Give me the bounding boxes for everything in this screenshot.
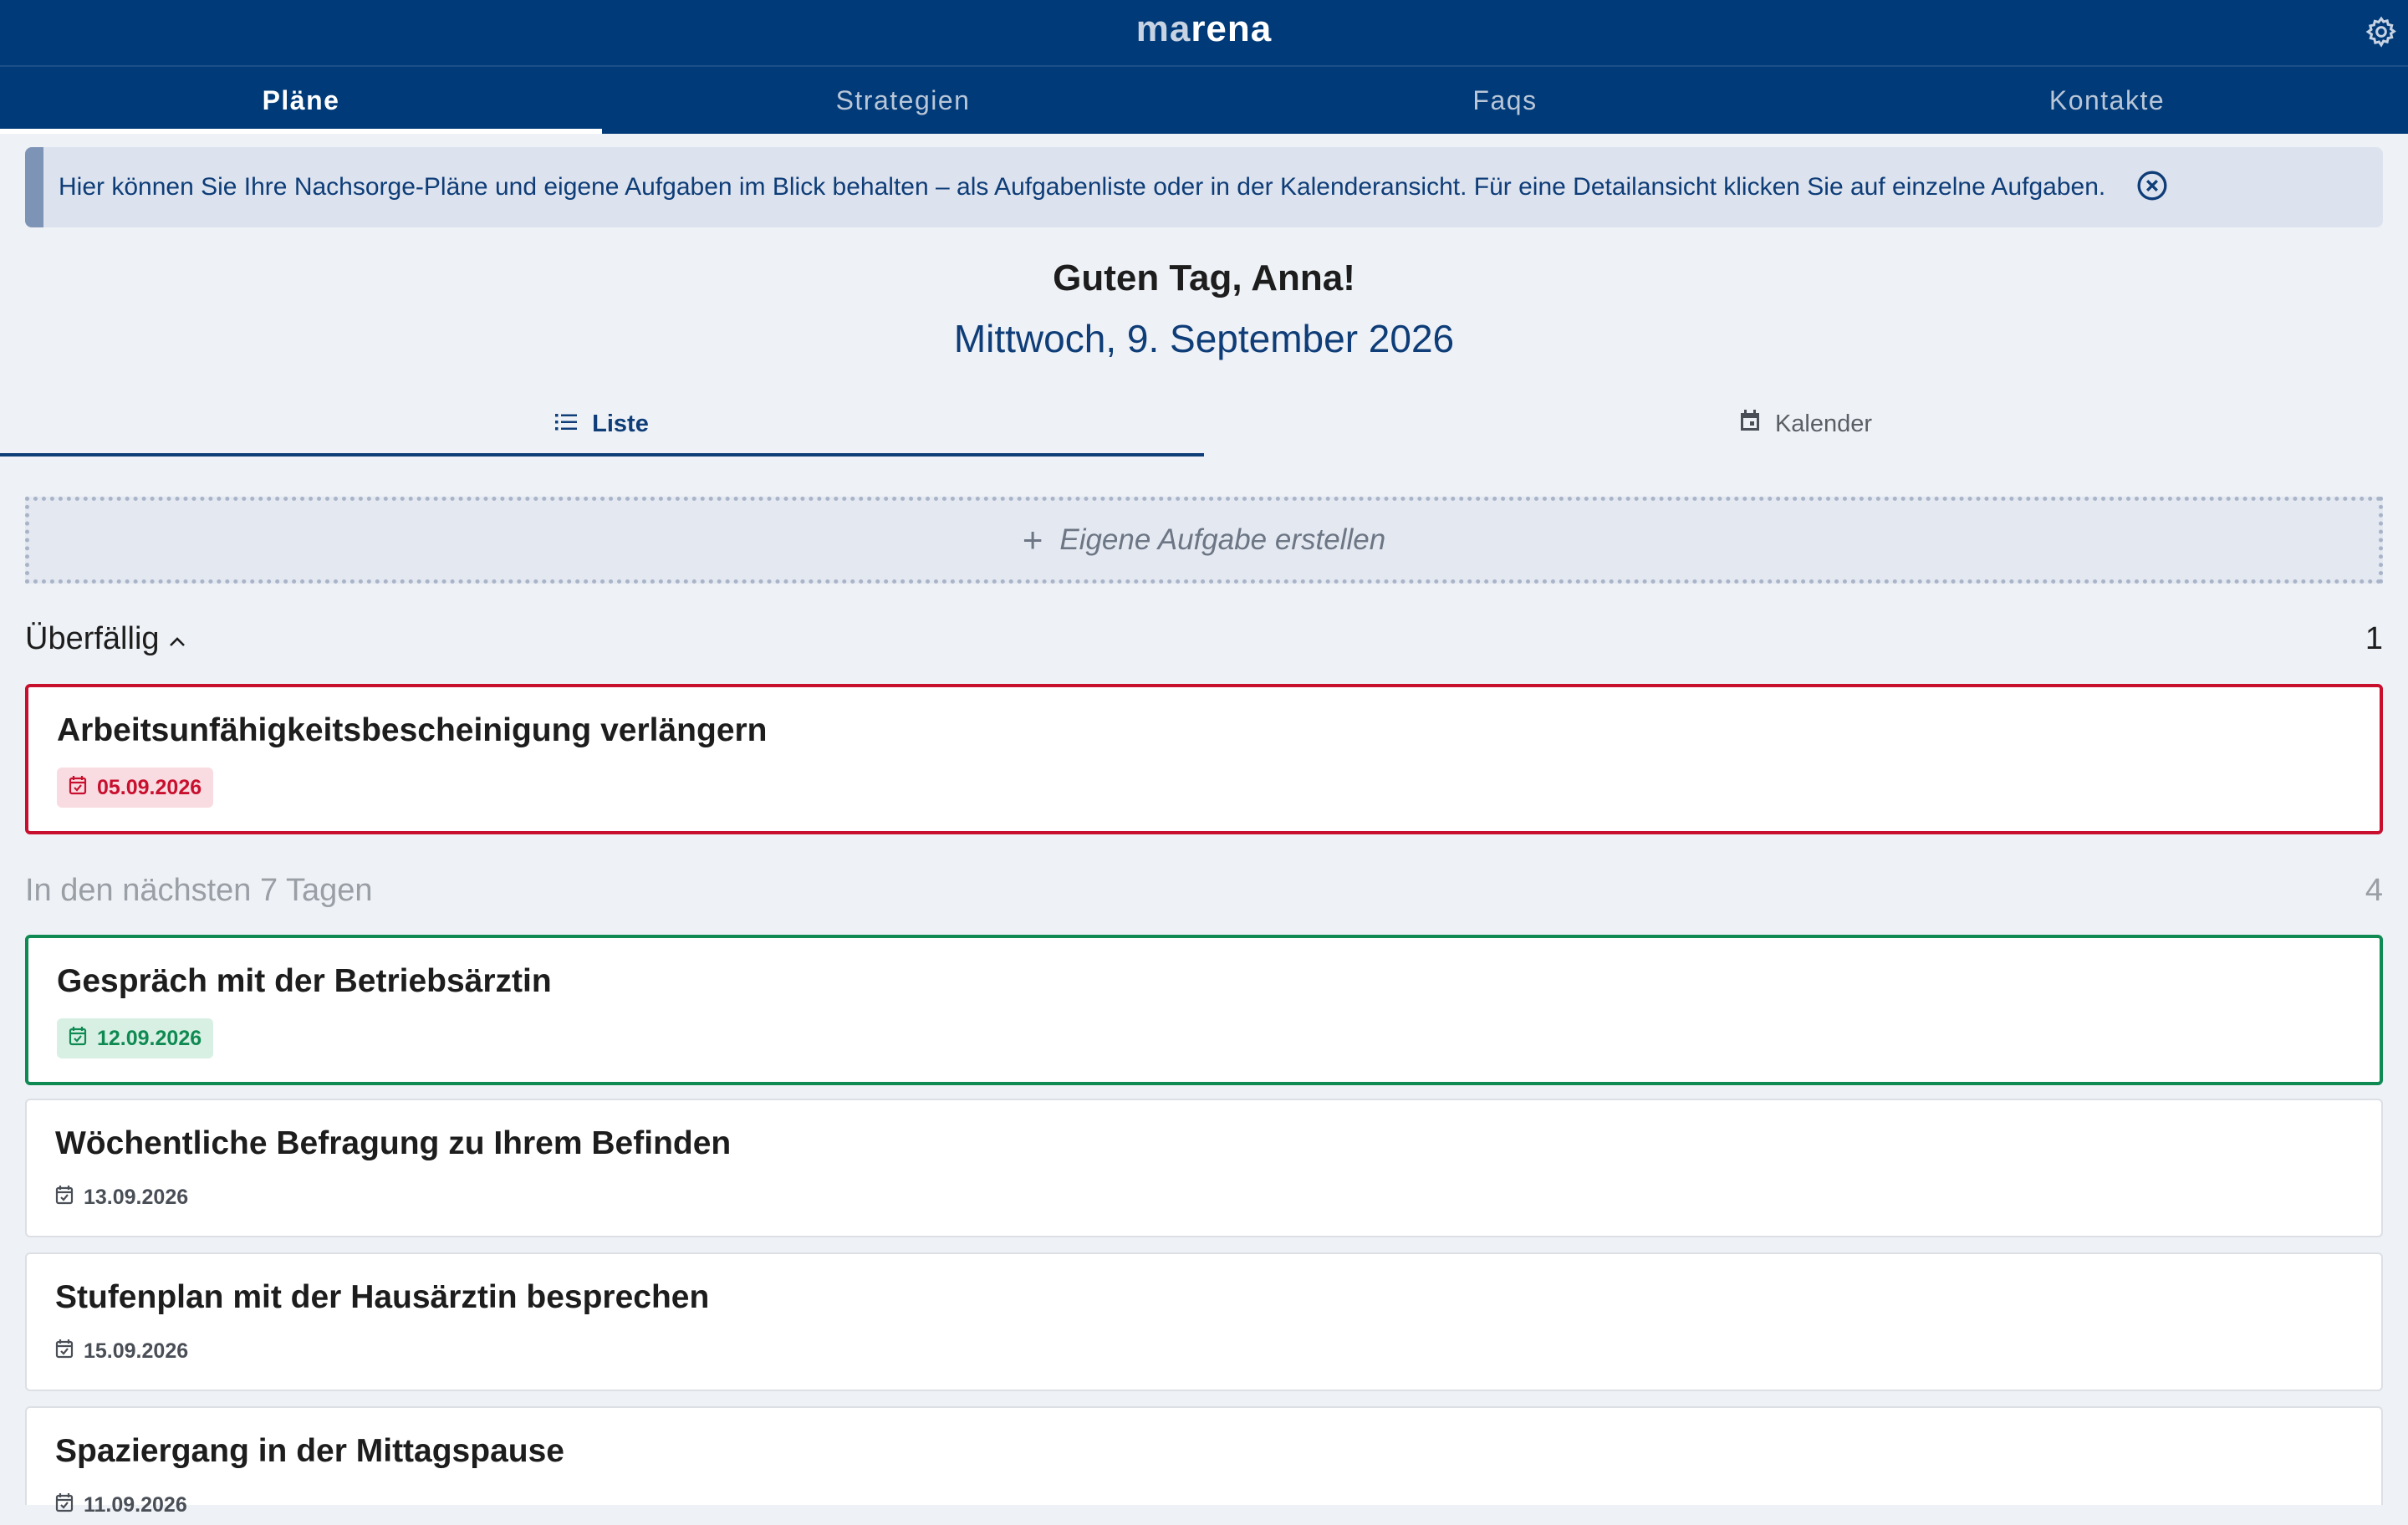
- create-task-label: Eigene Aufgabe erstellen: [1059, 523, 1386, 556]
- section-next7-count: 4: [2365, 872, 2383, 908]
- task-date: 15.09.2026: [84, 1339, 189, 1363]
- calendar-check-icon: [69, 1026, 87, 1052]
- tab-liste[interactable]: Liste: [0, 391, 1204, 456]
- gear-icon: [2365, 15, 2398, 53]
- task-card[interactable]: Stufenplan mit der Hausärztin besprechen…: [25, 1252, 2383, 1391]
- app-logo: marena: [1135, 8, 1273, 49]
- greeting-heading: Guten Tag, Anna!: [1053, 258, 1355, 298]
- section-next7-header: In den nächsten 7 Tagen 4: [25, 870, 2383, 911]
- task-date-badge: 13.09.2026: [55, 1177, 200, 1217]
- info-banner-text: Hier können Sie Ihre Nachsorge-Pläne und…: [59, 173, 2106, 201]
- list-icon: [555, 411, 578, 438]
- plus-icon: +: [1022, 520, 1043, 559]
- task-title: Gespräch mit der Betriebsärztin: [57, 963, 552, 999]
- task-title: Arbeitsunfähigkeitsbescheinigung verläng…: [57, 712, 768, 748]
- task-title: Wöchentliche Befragung zu Ihrem Befinden: [55, 1125, 732, 1161]
- settings-button[interactable]: [2361, 13, 2401, 54]
- tab-strategien[interactable]: Strategien: [602, 67, 1204, 134]
- task-date-badge: 05.09.2026: [57, 768, 214, 808]
- section-next7-label: In den nächsten 7 Tagen: [25, 872, 373, 908]
- task-title: Spaziergang in der Mittagspause: [55, 1433, 564, 1469]
- task-date-badge: 12.09.2026: [57, 1018, 214, 1058]
- view-tabs: Liste Kalender: [0, 391, 2408, 456]
- task-card[interactable]: Gespräch mit der Betriebsärztin 12.09.20…: [25, 935, 2383, 1085]
- tab-liste-label: Liste: [592, 410, 649, 437]
- task-date-badge: 11.09.2026: [55, 1485, 199, 1525]
- info-banner: Hier können Sie Ihre Nachsorge-Pläne und…: [25, 147, 2383, 227]
- chevron-up-icon: [168, 621, 186, 657]
- tab-faqs[interactable]: Faqs: [1204, 67, 1806, 134]
- task-title: Stufenplan mit der Hausärztin besprechen: [55, 1279, 710, 1315]
- section-overdue-label: Überfällig: [25, 620, 160, 656]
- calendar-icon: [1740, 410, 1760, 438]
- toggle-overdue-section[interactable]: Überfällig: [25, 621, 186, 657]
- task-date-badge: 15.09.2026: [55, 1331, 200, 1371]
- calendar-check-icon: [55, 1339, 74, 1364]
- tab-plaene[interactable]: Pläne: [0, 67, 602, 134]
- tab-kalender[interactable]: Kalender: [1204, 391, 2408, 456]
- task-date: 05.09.2026: [97, 775, 202, 799]
- task-card[interactable]: Spaziergang in der Mittagspause 11.09.20…: [25, 1406, 2383, 1517]
- task-card[interactable]: Arbeitsunfähigkeitsbescheinigung verläng…: [25, 684, 2383, 834]
- task-date: 11.09.2026: [84, 1492, 187, 1517]
- section-overdue-count: 1: [2365, 620, 2383, 656]
- close-circle-icon: [2135, 169, 2169, 207]
- calendar-check-icon: [55, 1185, 74, 1211]
- create-task-button[interactable]: + Eigene Aufgabe erstellen: [25, 497, 2383, 584]
- task-card[interactable]: Wöchentliche Befragung zu Ihrem Befinden…: [25, 1099, 2383, 1237]
- current-date: Mittwoch, 9. September 2026: [953, 317, 1455, 360]
- task-date: 12.09.2026: [97, 1026, 202, 1050]
- tab-kontakte[interactable]: Kontakte: [1806, 67, 2408, 134]
- tab-kalender-label: Kalender: [1774, 410, 1873, 437]
- main-navigation: Pläne Strategien Faqs Kontakte: [0, 67, 2408, 134]
- task-date: 13.09.2026: [84, 1185, 189, 1209]
- calendar-check-icon: [69, 775, 87, 801]
- section-overdue-header: Überfällig 1: [25, 618, 2383, 660]
- close-banner-button[interactable]: [2135, 170, 2171, 205]
- calendar-check-icon: [55, 1492, 74, 1518]
- app-header: marena: [0, 0, 2408, 67]
